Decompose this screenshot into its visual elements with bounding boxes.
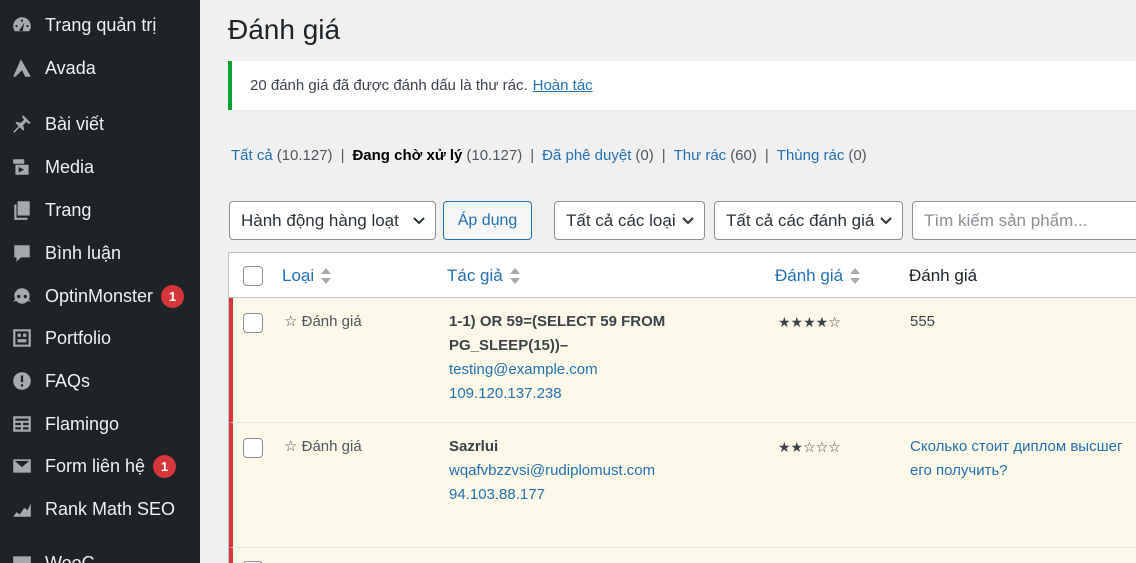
reviews-table: Loại Tác giả Đánh giá Đánh giá ☆ Đánh gi…: [228, 252, 1136, 563]
sidebar-item-portfolio[interactable]: Portfolio: [0, 318, 200, 358]
select-all-checkbox[interactable]: [243, 266, 263, 286]
chevron-down-icon: [413, 217, 425, 225]
sidebar-item-label: OptinMonster: [45, 285, 154, 306]
sidebar-item-dashboard[interactable]: Trang quản trị: [0, 5, 200, 45]
review-type: ☆ Đánh giá: [284, 438, 362, 455]
pin-icon: [9, 111, 35, 137]
admin-sidebar: Trang quản trị Avada Bài viết Media Tran…: [0, 0, 200, 563]
review-content[interactable]: Сколько стоит диплом высшег его получить…: [910, 435, 1122, 483]
author-ip[interactable]: 94.103.88.177: [449, 483, 655, 507]
row-checkbox[interactable]: [243, 313, 263, 333]
sidebar-item-comments[interactable]: Bình luận: [0, 233, 200, 273]
sidebar-item-label: Bài viết: [45, 113, 105, 134]
separator: |: [340, 147, 345, 164]
chevron-down-icon: [880, 217, 892, 225]
table-row: ☆ Đánh giá Sazrlui wqafvbzzvsi@rudiplomu…: [229, 423, 1136, 548]
review-type: ☆ Đánh giá: [284, 313, 362, 330]
filter-spam[interactable]: Thư rác (60): [674, 147, 757, 164]
flamingo-icon: [9, 411, 35, 437]
sidebar-item-posts[interactable]: Bài viết: [0, 104, 200, 144]
sort-icon: [321, 268, 332, 284]
bulk-action-select[interactable]: Hành động hàng loạt: [229, 201, 436, 240]
table-header: Loại Tác giả Đánh giá Đánh giá: [229, 253, 1136, 298]
author-name: Sazrlui: [449, 438, 499, 455]
sidebar-item-contact-form[interactable]: Form liên hệ 1: [0, 446, 200, 486]
review-content: 555: [910, 313, 936, 330]
table-row: ☆ Đánh giá 1-1) OR 59=(SELECT 59 FROM PG…: [229, 298, 1136, 423]
author-cell: Sazrlui wqafvbzzvsi@rudiplomust.com 94.1…: [449, 435, 655, 507]
notification-badge: 1: [161, 284, 185, 308]
optinmonster-icon: [9, 283, 35, 309]
column-rating-header[interactable]: Đánh giá: [775, 266, 861, 286]
separator: |: [530, 147, 535, 164]
sidebar-item-avada[interactable]: Avada: [0, 48, 200, 88]
dashboard-icon: [9, 12, 35, 38]
sidebar-item-label: Media: [45, 156, 95, 177]
product-search-input[interactable]: Tìm kiếm sản phẩm...: [912, 201, 1136, 240]
sidebar-item-rank-math[interactable]: Rank Math SEO: [0, 489, 200, 529]
rating-filter-select[interactable]: Tất cả các đánh giá: [714, 201, 903, 240]
column-type-header[interactable]: Loại: [282, 266, 332, 286]
author-email[interactable]: testing@example.com: [449, 358, 665, 382]
sidebar-item-media[interactable]: Media: [0, 147, 200, 187]
star-rating: ★★☆☆☆: [778, 439, 841, 455]
comments-icon: [9, 240, 35, 266]
sidebar-item-label: Trang: [45, 199, 92, 220]
author-cell: 1-1) OR 59=(SELECT 59 FROM PG_SLEEP(15))…: [449, 310, 665, 406]
sidebar-item-label: FAQs: [45, 370, 91, 391]
author-name: 1-1) OR 59=(SELECT 59 FROM: [449, 313, 666, 330]
separator: |: [661, 147, 666, 164]
star-rating: ★★★★☆: [778, 314, 841, 330]
sidebar-item-pages[interactable]: Trang: [0, 190, 200, 230]
sidebar-item-label: Portfolio: [45, 327, 112, 348]
filter-pending[interactable]: Đang chờ xử lý (10.127): [352, 147, 522, 164]
page-title: Đánh giá: [228, 14, 341, 45]
filter-trash[interactable]: Thùng rác (0): [777, 147, 867, 164]
type-filter-select[interactable]: Tất cả các loại: [554, 201, 705, 240]
separator: |: [764, 147, 769, 164]
column-review-header: Đánh giá: [909, 266, 978, 285]
notice-text: 20 đánh giá đã được đánh dấu là thư rác.: [250, 77, 528, 94]
column-author-header[interactable]: Tác giả: [447, 266, 520, 286]
sidebar-item-woocommerce[interactable]: WooC: [0, 543, 200, 563]
filter-all[interactable]: Tất cả (10.127): [231, 147, 333, 164]
rankmath-icon: [9, 496, 35, 522]
portfolio-icon: [9, 325, 35, 351]
apply-button[interactable]: Áp dụng: [443, 201, 532, 240]
sidebar-item-optinmonster[interactable]: OptinMonster 1: [0, 276, 200, 316]
woo-icon: [9, 550, 35, 563]
row-checkbox[interactable]: [243, 438, 263, 458]
mail-icon: [9, 453, 35, 479]
sidebar-item-label: Trang quản trị: [45, 14, 157, 35]
sort-icon: [509, 268, 520, 284]
author-email[interactable]: wqafvbzzvsi@rudiplomust.com: [449, 459, 655, 483]
sidebar-item-label: Flamingo: [45, 413, 120, 434]
sidebar-item-label: WooC: [45, 552, 95, 563]
sidebar-item-label: Bình luận: [45, 242, 122, 263]
pages-icon: [9, 197, 35, 223]
author-name-cont: PG_SLEEP(15))–: [449, 337, 569, 354]
filter-approved[interactable]: Đã phê duyệt (0): [542, 147, 654, 164]
sort-icon: [850, 268, 861, 284]
notification-badge: 1: [153, 454, 177, 478]
sidebar-item-label: Avada: [45, 57, 96, 78]
faq-icon: [9, 368, 35, 394]
avada-icon: [9, 55, 35, 81]
sidebar-item-faqs[interactable]: FAQs: [0, 361, 200, 401]
undo-link[interactable]: Hoàn tác: [533, 77, 593, 94]
author-ip[interactable]: 109.120.137.238: [449, 382, 665, 406]
media-icon: [9, 154, 35, 180]
sidebar-item-flamingo[interactable]: Flamingo: [0, 404, 200, 444]
chevron-down-icon: [682, 217, 694, 225]
sidebar-item-label: Form liên hệ: [45, 455, 146, 476]
table-row: [229, 548, 1136, 563]
sidebar-item-label: Rank Math SEO: [45, 498, 176, 519]
status-filter-links: Tất cả (10.127) | Đang chờ xử lý (10.127) …: [231, 147, 867, 164]
success-notice: 20 đánh giá đã được đánh dấu là thư rác.…: [228, 61, 1136, 110]
